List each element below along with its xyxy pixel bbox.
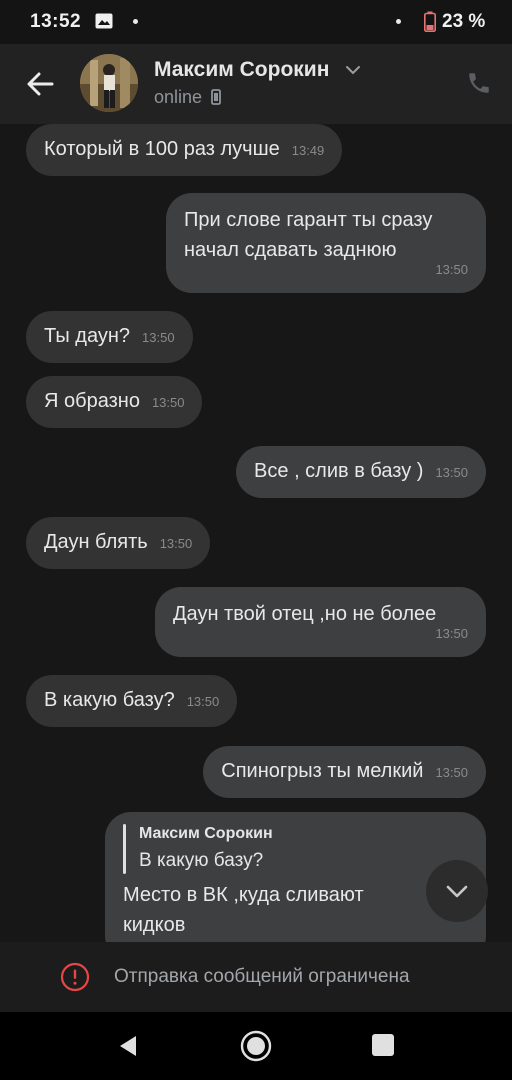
message-text: Который в 100 раз лучше xyxy=(44,138,280,160)
message-outgoing[interactable]: При слове гарант ты сразу начал сдавать … xyxy=(166,193,486,293)
message-outgoing[interactable]: Спиногрыз ты мелкий 13:50 xyxy=(203,746,486,798)
message-time: 13:50 xyxy=(159,536,193,551)
message-text: Даун блять xyxy=(44,531,148,553)
message-incoming[interactable]: Который в 100 раз лучше 13:49 xyxy=(26,124,343,176)
message-text: Я образно xyxy=(44,390,140,412)
message-text: Место в ВК ,куда сливают кидков xyxy=(123,884,364,936)
presence-status: online xyxy=(154,87,221,108)
message-time: 13:50 xyxy=(435,626,468,641)
reply-author: Максим Сорокин xyxy=(139,825,273,842)
message-time: 13:49 xyxy=(291,143,325,158)
message-text: Ты даун? xyxy=(44,325,131,347)
nav-home-icon[interactable] xyxy=(240,1030,272,1062)
message-text: Все , слив в базу ) xyxy=(254,460,424,482)
message-time: 13:50 xyxy=(186,694,220,709)
notification-dot xyxy=(133,19,138,24)
message-incoming[interactable]: Даун блять 13:50 xyxy=(26,517,211,569)
message-time: 13:50 xyxy=(435,934,468,942)
chevron-down-icon[interactable] xyxy=(345,64,361,76)
restriction-text: Отправка сообщений ограничена xyxy=(114,966,410,987)
contact-name[interactable]: Максим Сорокин xyxy=(154,58,329,82)
nav-back-icon[interactable] xyxy=(116,1034,140,1058)
message-incoming[interactable]: Ты даун? 13:50 xyxy=(26,311,193,363)
message-text: В какую базу? xyxy=(44,689,175,711)
scroll-down-button[interactable] xyxy=(426,860,488,922)
message-incoming[interactable]: Я образно 13:50 xyxy=(26,376,203,428)
message-time: 13:50 xyxy=(435,465,468,480)
message-text: Спиногрыз ты мелкий xyxy=(221,760,424,782)
battery-icon xyxy=(424,11,436,32)
restriction-banner: Отправка сообщений ограничена xyxy=(0,942,512,1012)
message-time: 13:50 xyxy=(435,765,468,780)
avatar[interactable] xyxy=(80,54,138,112)
message-list[interactable]: Который в 100 раз лучше 13:49 При слове г… xyxy=(0,124,512,942)
status-bar: 13:52 23 % xyxy=(0,0,512,44)
status-time: 13:52 xyxy=(30,11,82,32)
phone-icon[interactable] xyxy=(466,70,492,96)
system-nav-bar xyxy=(0,1012,512,1080)
reply-text: В какую базу? xyxy=(139,850,264,871)
chat-header: Максим Сорокин online xyxy=(0,44,512,124)
back-arrow-icon[interactable] xyxy=(22,66,58,102)
message-incoming[interactable]: В какую базу? 13:50 xyxy=(26,675,238,727)
warning-circle-icon xyxy=(60,962,90,992)
message-text: При слове гарант ты сразу начал сдавать … xyxy=(184,209,433,261)
message-time: 13:50 xyxy=(435,262,468,277)
message-outgoing[interactable]: Даун твой отец ,но не более 13:50 xyxy=(155,587,486,657)
nav-recents-icon[interactable] xyxy=(372,1034,394,1056)
message-time: 13:50 xyxy=(151,395,185,410)
chevron-down-icon xyxy=(446,885,468,898)
image-icon xyxy=(95,13,113,29)
mobile-icon xyxy=(211,89,221,105)
battery-percentage: 23 % xyxy=(442,11,486,32)
message-time: 13:50 xyxy=(142,330,175,345)
message-outgoing[interactable]: Все , слив в базу ) 13:50 xyxy=(236,446,486,498)
message-text: Даун твой отец ,но не более xyxy=(173,603,437,625)
notification-dot xyxy=(396,19,401,24)
reply-quote-bar xyxy=(123,824,126,874)
